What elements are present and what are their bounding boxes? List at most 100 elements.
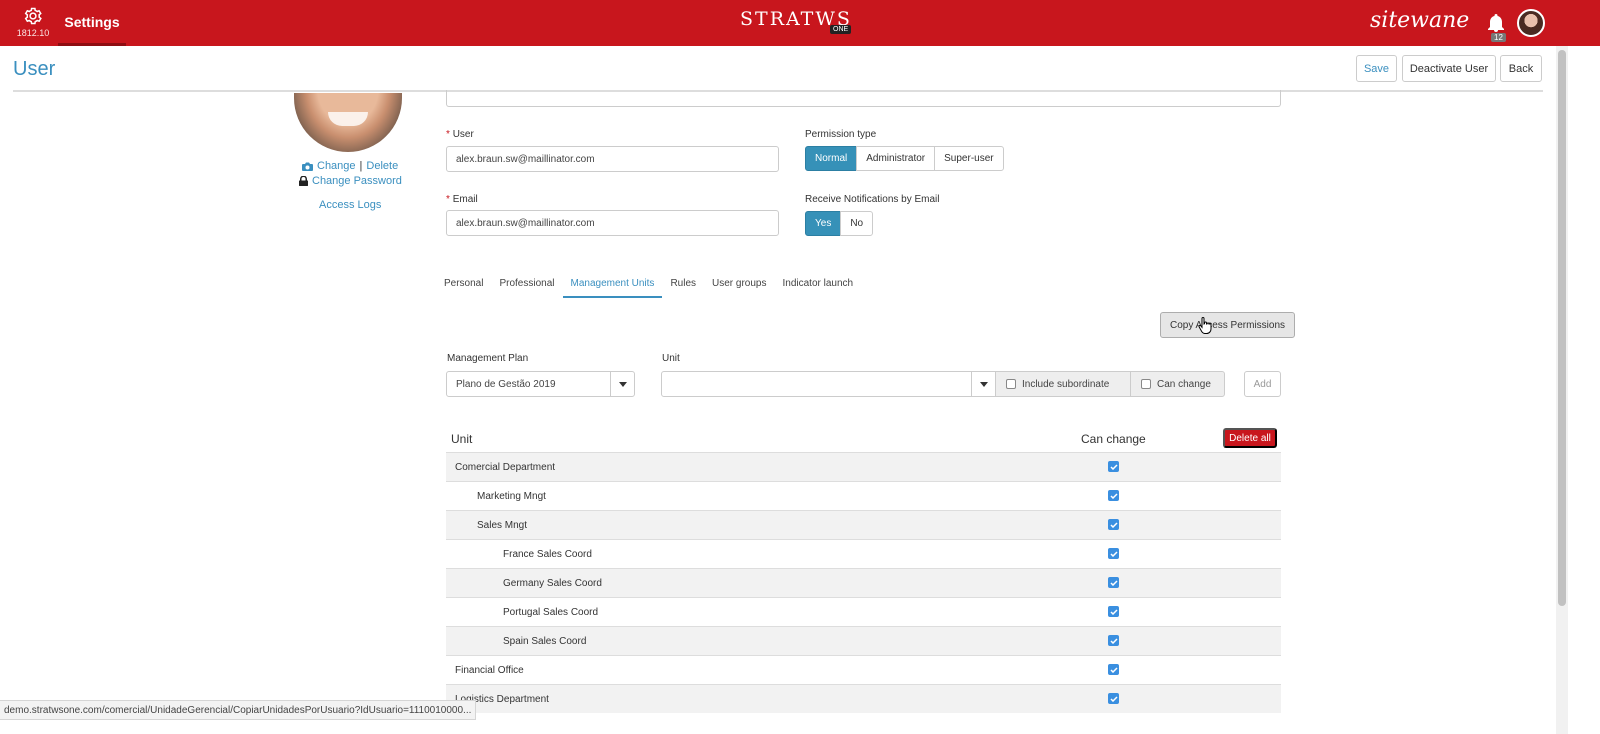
check-icon [1109,666,1118,673]
back-button[interactable]: Back [1500,55,1542,82]
include-subordinate-checkbox[interactable] [1006,379,1016,389]
check-icon [1109,695,1118,702]
table-row[interactable]: Germany Sales Coord [446,568,1281,597]
units-table: Comercial Department Marketing Mngt Sale… [446,452,1281,713]
user-tabs: Personal Professional Management Units R… [436,272,861,298]
permission-administrator-button[interactable]: Administrator [856,146,936,171]
gear-icon [24,7,42,25]
permission-superuser-button[interactable]: Super-user [934,146,1004,171]
can-change-checkbox[interactable] [1108,461,1119,472]
unit-label: Unit [662,353,680,364]
email-label-text: Email [452,194,478,205]
can-change-checkbox[interactable] [1108,664,1119,675]
version-label: 1812.10 [16,28,50,38]
column-header-can-change: Can change [1081,432,1146,446]
tab-rules[interactable]: Rules [662,272,704,298]
unit-name: Financial Office [455,664,524,676]
can-change-checkbox[interactable] [1108,548,1119,559]
unit-select[interactable] [661,371,996,397]
can-change-checkbox[interactable] [1108,635,1119,646]
change-password-link[interactable]: Change Password [312,175,402,187]
table-row[interactable]: France Sales Coord [446,539,1281,568]
can-change-checkbox[interactable] [1108,693,1119,704]
access-logs-link[interactable]: Access Logs [319,199,381,211]
can-change-checkbox[interactable] [1141,379,1151,389]
user-avatar[interactable] [1517,9,1545,37]
required-mark: * [446,129,450,140]
unit-name: Spain Sales Coord [503,635,587,647]
caret-down-icon[interactable] [971,372,995,396]
tab-personal[interactable]: Personal [436,272,491,298]
save-button[interactable]: Save [1356,55,1397,82]
tab-user-groups[interactable]: User groups [704,272,774,298]
can-change-toggle[interactable]: Can change [1130,371,1225,397]
include-subordinate-text: Include subordinate [1022,378,1110,390]
settings-gear-button[interactable]: 1812.10 [14,6,52,38]
unit-name: Portugal Sales Coord [503,606,599,618]
permission-type-label: Permission type [805,129,877,140]
notifications-yes-button[interactable]: Yes [805,211,842,236]
table-row[interactable]: Marketing Mngt [446,481,1281,510]
copy-access-permissions-button[interactable]: Copy Access Permissions [1160,312,1295,338]
user-label-text: User [452,129,474,140]
table-row[interactable]: Financial Office [446,655,1281,684]
change-photo-link[interactable]: Change [317,160,356,172]
check-icon [1109,521,1118,528]
deactivate-user-button[interactable]: Deactivate User [1402,55,1496,82]
notifications-no-button[interactable]: No [840,211,874,236]
email-field-label: * Email [446,194,478,205]
permission-type-group: Normal Administrator Super-user [805,146,1004,171]
unit-name: Marketing Mngt [477,490,546,502]
user-input[interactable]: alex.braun.sw@maillinator.com [446,146,779,172]
header-backdrop [0,46,1556,93]
bell-icon[interactable] [1488,14,1504,32]
email-input[interactable]: alex.braun.sw@maillinator.com [446,210,779,236]
page-title: User [13,58,56,80]
delete-all-button[interactable]: Delete all [1223,428,1277,448]
notifications-label: Receive Notifications by Email [805,194,940,205]
can-change-checkbox[interactable] [1108,490,1119,501]
can-change-text: Can change [1157,378,1211,390]
add-unit-button[interactable]: Add [1244,371,1281,397]
camera-icon [302,162,313,171]
can-change-checkbox[interactable] [1108,519,1119,530]
can-change-checkbox[interactable] [1108,577,1119,588]
check-icon [1109,579,1118,586]
delete-photo-link[interactable]: Delete [366,160,398,172]
check-icon [1109,608,1118,615]
column-header-unit: Unit [451,432,473,446]
unit-name: Comercial Department [455,461,556,473]
status-bar-url: demo.stratwsone.com/comercial/UnidadeGer… [0,700,477,720]
hand-cursor-icon [1198,317,1212,334]
table-row[interactable]: Spain Sales Coord [446,626,1281,655]
table-row[interactable]: Sales Mngt [446,510,1281,539]
link-separator: | [359,160,363,172]
can-change-checkbox[interactable] [1108,606,1119,617]
permission-normal-button[interactable]: Normal [805,146,858,171]
check-icon [1109,492,1118,499]
unit-name: Sales Mngt [477,519,528,531]
tab-management-units[interactable]: Management Units [562,272,663,298]
notification-count-badge: 12 [1491,33,1506,42]
name-input-partial[interactable] [446,90,1281,107]
table-row[interactable]: Logistics Department [446,684,1281,713]
required-mark: * [446,194,450,205]
table-row[interactable]: Portugal Sales Coord [446,597,1281,626]
caret-down-icon[interactable] [610,372,634,396]
check-icon [1109,550,1118,557]
user-field-label: * User [446,129,474,140]
notifications-group: Yes No [805,211,874,236]
check-icon [1109,637,1118,644]
tab-professional[interactable]: Professional [491,272,562,298]
top-bar: 1812.10 Settings STRATWS ONE sitewane 12 [0,0,1600,46]
page-scrollbar-thumb[interactable] [1558,50,1566,606]
check-icon [1109,463,1118,470]
password-action: Change Password [299,175,402,187]
tab-indicator-launch[interactable]: Indicator launch [774,272,861,298]
table-row[interactable]: Comercial Department [446,452,1281,481]
unit-name: France Sales Coord [503,548,592,560]
settings-tab[interactable]: Settings [58,0,126,46]
management-plan-label: Management Plan [447,353,529,364]
management-plan-select[interactable]: Plano de Gestão 2019 [446,371,635,397]
include-subordinate-toggle[interactable]: Include subordinate [995,371,1131,397]
